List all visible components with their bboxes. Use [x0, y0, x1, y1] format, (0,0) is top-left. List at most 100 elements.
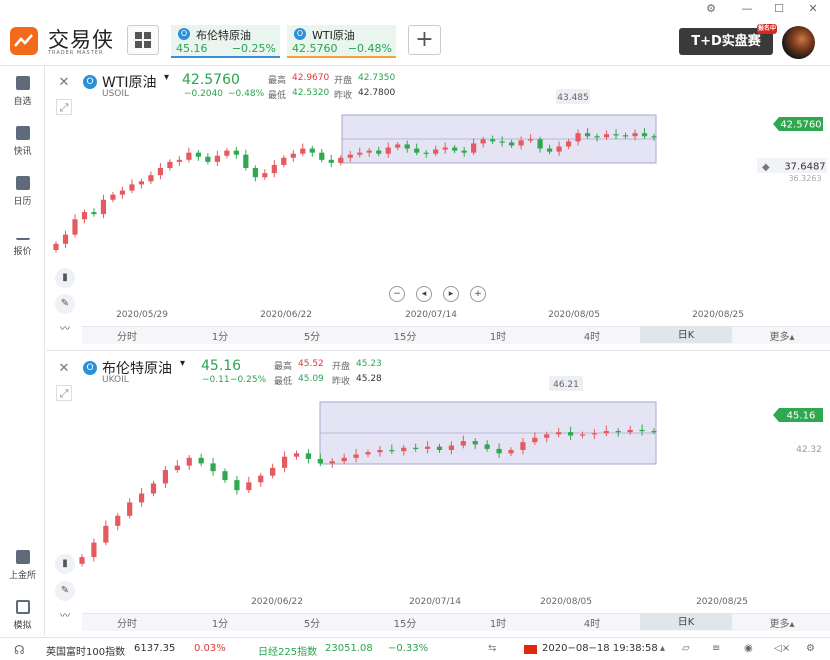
candle-body [509, 142, 515, 146]
candle-body [452, 147, 458, 151]
candle-body [305, 453, 312, 459]
draw-pen-icon[interactable]: ✎ [55, 581, 75, 601]
sidebar-item-watchlist[interactable]: 自选 [0, 76, 45, 107]
sidebar: 自选 快讯 日历 报价 上金所 模拟 [0, 66, 45, 636]
tf-4h[interactable]: 4时 [562, 615, 622, 630]
camera-icon[interactable]: ◉ [744, 643, 753, 654]
x-tick-label: 2020/08/05 [548, 310, 600, 320]
candle-body [329, 461, 335, 464]
tf-4h[interactable]: 4时 [562, 328, 622, 343]
line-indicator-icon[interactable]: 〰 [55, 607, 75, 627]
tf-1h[interactable]: 1时 [468, 615, 528, 630]
candle-body [622, 135, 629, 137]
candle-body [317, 458, 323, 464]
x-tick-label: 2020/08/25 [696, 597, 748, 607]
tf-15m[interactable]: 15分 [375, 328, 435, 343]
indicator-icon[interactable]: ▮ [55, 268, 75, 288]
sidebar-item-label: 模拟 [13, 621, 32, 631]
alert-price: 37.6487 [784, 162, 825, 173]
layout-icon[interactable]: ▱ [682, 643, 690, 654]
candle-body [651, 431, 657, 433]
translate-icon[interactable]: ⇆ [488, 643, 496, 654]
tf-5m[interactable]: 5分 [282, 328, 342, 343]
tf-tick[interactable]: 分时 [97, 328, 157, 343]
candle-body [79, 557, 85, 564]
x-tick-label: 2020/05/29 [116, 310, 168, 320]
candle-body [508, 450, 514, 454]
candle-body [490, 139, 496, 142]
indicator-icon[interactable]: ▮ [55, 554, 75, 574]
sidebar-item-news[interactable]: 快讯 [0, 126, 45, 157]
td-contest-button[interactable]: T+D实盘赛 报名中 [679, 24, 777, 55]
candle-body [138, 181, 145, 185]
close-window-icon[interactable]: ✕ [804, 2, 822, 15]
tf-1h[interactable]: 1时 [468, 328, 528, 343]
price-tag: 42.5760 [780, 120, 821, 131]
oil-icon: O [294, 28, 306, 40]
candle-body [167, 161, 173, 169]
tf-1m[interactable]: 1分 [190, 615, 250, 630]
candlestick-chart[interactable]: 46.21 2020/06/22 2020/07/14 2020/08/05 2020/… [46, 351, 830, 613]
index1-name[interactable]: 英国富时100指数 [46, 643, 125, 658]
x-tick-label: 2020/06/22 [251, 597, 303, 607]
layout-grid-button[interactable] [127, 25, 159, 55]
zoom-in-icon[interactable]: + [470, 286, 486, 302]
candle-body [246, 482, 252, 491]
sidebar-item-simulate[interactable]: 模拟 [0, 600, 45, 631]
sidebar-item-calendar[interactable]: 日历 [0, 176, 45, 207]
chevron-up-icon[interactable]: ▴ [660, 643, 665, 654]
simulate-icon [15, 600, 30, 614]
tab-wti-price: 42.5760 [292, 42, 338, 55]
candle-body [556, 146, 562, 152]
tf-15m[interactable]: 15分 [375, 615, 435, 630]
candle-body [157, 168, 164, 176]
candle-body [532, 437, 538, 443]
sidebar-item-quotes[interactable]: 报价 [0, 226, 45, 257]
tab-wti[interactable]: O WTI原油 42.5760 −0.48% [287, 25, 396, 58]
line-indicator-icon[interactable]: 〰 [55, 320, 75, 340]
tab-brent-change: −0.25% [231, 42, 276, 55]
candle-body [290, 153, 296, 158]
maximize-icon[interactable]: ☐ [770, 2, 788, 15]
menu-icon[interactable]: ≡ [712, 643, 720, 654]
tf-more[interactable]: 更多▴ [752, 615, 812, 630]
add-tab-button[interactable]: + [408, 25, 441, 55]
candle-body [579, 434, 586, 436]
tf-more[interactable]: 更多▴ [752, 328, 812, 343]
tf-tick[interactable]: 分时 [97, 615, 157, 630]
tf-daily[interactable]: 日K [640, 614, 732, 630]
minimize-icon[interactable]: — [738, 2, 756, 15]
avatar[interactable] [782, 26, 815, 59]
candle-body [594, 136, 600, 138]
settings-icon[interactable]: ⚙ [702, 2, 720, 15]
sidebar-item-sge[interactable]: 上金所 [0, 550, 45, 581]
tf-daily[interactable]: 日K [640, 327, 732, 343]
step-back-icon[interactable]: ◂ [416, 286, 432, 302]
zoom-out-icon[interactable]: − [389, 286, 405, 302]
sidebar-item-label: 上金所 [8, 571, 36, 581]
tf-5m[interactable]: 5分 [282, 615, 342, 630]
high-tooltip: 43.485 [557, 93, 589, 103]
tab-brent[interactable]: O 布伦特原油 45.16 −0.25% [171, 25, 280, 58]
candle-body [210, 463, 216, 472]
draw-pen-icon[interactable]: ✎ [55, 294, 75, 314]
candle-body [174, 465, 180, 471]
candle-body [110, 194, 116, 200]
candle-body [591, 433, 598, 435]
index2-name[interactable]: 日经225指数 [258, 643, 317, 658]
quote-icon [15, 226, 30, 240]
candle-body [347, 154, 353, 158]
tf-1m[interactable]: 1分 [190, 328, 250, 343]
mute-icon[interactable]: ◁× [774, 643, 790, 654]
candle-body [413, 447, 419, 449]
candle-body [627, 429, 633, 433]
candlestick-chart[interactable]: 43.485 2020/05/29 2020/06/22 2020/07/14 2020… [46, 67, 830, 327]
settings-icon[interactable]: ⚙ [806, 643, 815, 654]
candle-body [53, 243, 59, 250]
candle-body [233, 150, 239, 155]
headset-icon[interactable]: ☊ [14, 643, 25, 657]
candle-body [518, 140, 524, 146]
candle-body [377, 450, 383, 453]
candle-body [150, 483, 157, 494]
step-forward-icon[interactable]: ▸ [443, 286, 459, 302]
